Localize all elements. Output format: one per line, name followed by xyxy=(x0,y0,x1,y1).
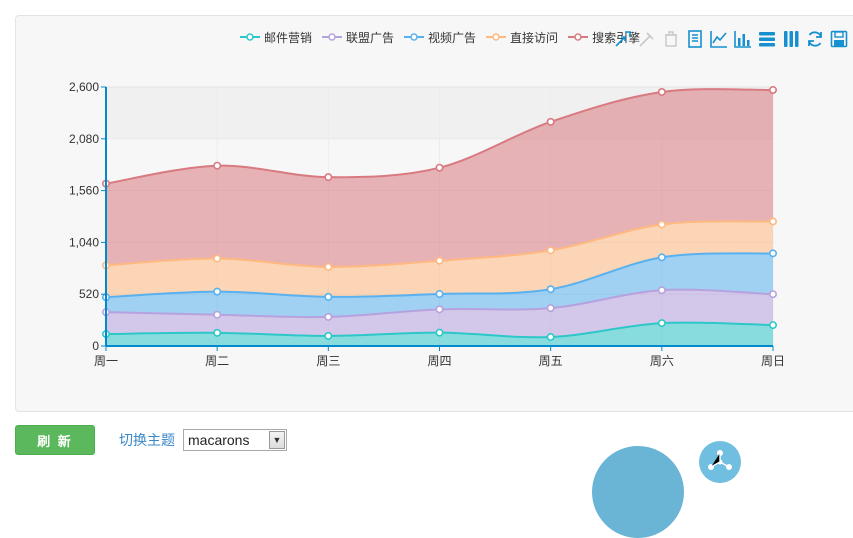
tiled-icon[interactable] xyxy=(780,28,802,50)
theme-select-value: macarons xyxy=(188,432,250,448)
y-tick-label: 0 xyxy=(92,339,99,353)
series-1-point-6[interactable] xyxy=(768,290,777,299)
bar-chart-icon[interactable] xyxy=(732,28,754,50)
zoom-reset-icon[interactable] xyxy=(636,28,658,50)
legend-item-series-1[interactable]: 联盟广告 xyxy=(322,29,394,46)
series-2-point-1[interactable] xyxy=(213,287,222,296)
share-icon[interactable] xyxy=(699,441,741,483)
y-tick-label: 520 xyxy=(79,287,99,301)
series-1-point-2[interactable] xyxy=(324,312,333,321)
series-3-point-6[interactable] xyxy=(768,217,777,226)
x-tick-label: 周二 xyxy=(205,354,229,368)
chart-controls: 刷 新 切换主题 macarons ▼ xyxy=(15,425,287,455)
series-4-point-5[interactable] xyxy=(657,87,666,96)
series-1-point-5[interactable] xyxy=(657,286,666,295)
decorative-circle xyxy=(592,446,684,538)
series-0-point-5[interactable] xyxy=(657,319,666,328)
legend-item-series-3[interactable]: 直接访问 xyxy=(486,29,558,46)
legend-marker-icon xyxy=(404,33,425,41)
stack-icon[interactable] xyxy=(756,28,778,50)
legend-marker-icon xyxy=(240,33,260,41)
series-4-point-2[interactable] xyxy=(324,173,333,182)
legend-item-series-0[interactable]: 邮件营销 xyxy=(240,29,312,46)
theme-switch-label: 切换主题 xyxy=(119,432,175,448)
series-1-point-3[interactable] xyxy=(435,305,444,314)
x-tick-label: 周五 xyxy=(539,354,563,368)
legend-label: 视频广告 xyxy=(428,30,477,45)
series-4-point-3[interactable] xyxy=(435,163,444,172)
y-axis-ticks: 0 520 1,040 1,560 2,080 2,600 xyxy=(69,80,106,353)
series-2-point-3[interactable] xyxy=(435,290,444,299)
chart-toolbox xyxy=(612,28,852,50)
x-tick-label: 周一 xyxy=(94,354,118,368)
x-tick-label: 周六 xyxy=(650,354,674,368)
refresh-button[interactable]: 刷 新 xyxy=(15,425,95,455)
series-0-point-2[interactable] xyxy=(324,331,333,340)
stacked-area-chart: 0 520 1,040 1,560 2,080 2,600 周一 周二 周三 周四 周五 周六 周日 xyxy=(69,80,785,368)
legend-label: 联盟广告 xyxy=(346,30,395,45)
series-2-point-2[interactable] xyxy=(324,292,333,301)
series-3-point-1[interactable] xyxy=(213,254,222,263)
series-2-point-5[interactable] xyxy=(657,253,666,262)
save-image-icon[interactable] xyxy=(828,28,850,50)
series-0-point-6[interactable] xyxy=(768,321,777,330)
legend-label: 邮件营销 xyxy=(264,30,313,45)
series-4-point-6[interactable] xyxy=(768,85,777,94)
line-chart-icon[interactable] xyxy=(708,28,730,50)
zoom-icon[interactable] xyxy=(612,28,634,50)
series-0-point-4[interactable] xyxy=(546,333,555,342)
x-tick-label: 周日 xyxy=(761,354,785,368)
x-tick-label: 周三 xyxy=(316,354,340,368)
x-axis-ticks: 周一 周二 周三 周四 周五 周六 周日 xyxy=(94,346,785,368)
series-1-point-1[interactable] xyxy=(213,310,222,319)
series-3-point-4[interactable] xyxy=(546,246,555,255)
y-tick-label: 2,600 xyxy=(69,80,99,94)
legend-marker-icon xyxy=(486,33,507,41)
y-tick-label: 1,040 xyxy=(69,235,99,249)
series-1-point-4[interactable] xyxy=(546,304,555,313)
legend-label: 直接访问 xyxy=(510,30,559,45)
chart-legend: 邮件营销 联盟广告 视频广告 直接访问 搜索引擎 xyxy=(240,28,650,46)
series-0-point-3[interactable] xyxy=(435,328,444,337)
series-2-point-4[interactable] xyxy=(546,285,555,294)
y-tick-label: 1,560 xyxy=(69,184,99,198)
theme-select[interactable]: macarons ▼ xyxy=(183,429,287,451)
series-3-point-3[interactable] xyxy=(435,256,444,265)
y-tick-label: 2,080 xyxy=(69,132,99,146)
refresh-icon[interactable] xyxy=(804,28,826,50)
series-0-point-1[interactable] xyxy=(213,328,222,337)
chevron-down-icon: ▼ xyxy=(269,431,285,449)
data-view-icon[interactable] xyxy=(684,28,706,50)
series-3-point-2[interactable] xyxy=(324,262,333,271)
series-4-point-1[interactable] xyxy=(213,161,222,170)
series-4-point-4[interactable] xyxy=(546,117,555,126)
legend-item-series-2[interactable]: 视频广告 xyxy=(404,29,476,46)
restore-icon[interactable] xyxy=(660,28,682,50)
series-3-point-5[interactable] xyxy=(657,220,666,229)
series-2-point-6[interactable] xyxy=(768,249,777,258)
legend-marker-icon xyxy=(322,33,343,41)
x-tick-label: 周四 xyxy=(427,354,451,368)
legend-marker-icon xyxy=(568,33,589,41)
